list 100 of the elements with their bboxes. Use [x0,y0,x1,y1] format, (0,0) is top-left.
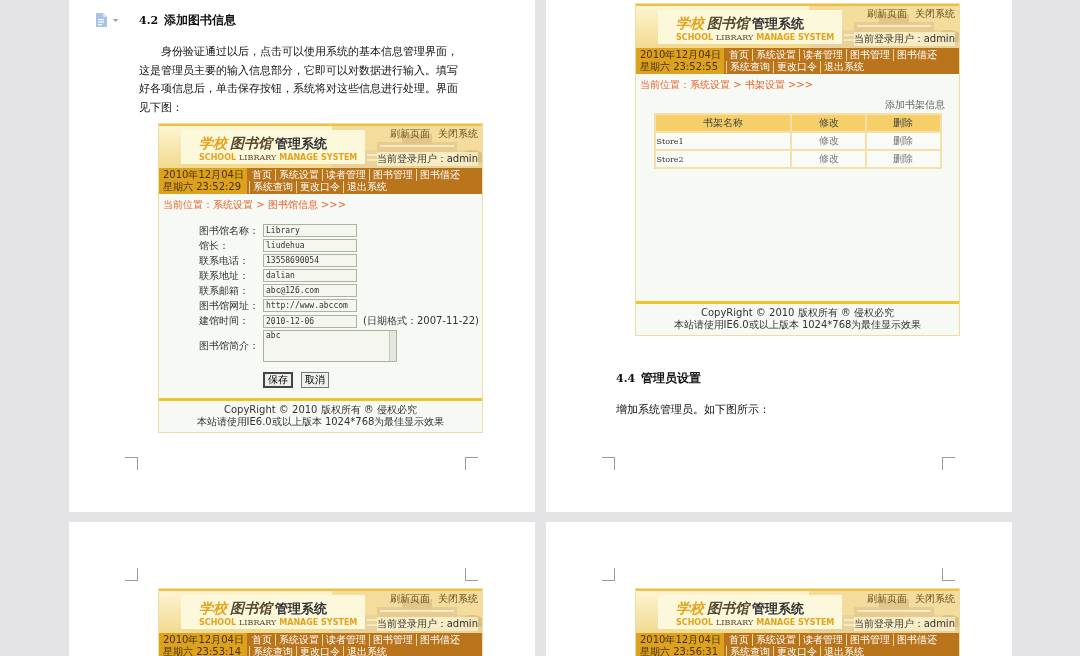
logo-text: SCHOOL [199,617,237,627]
field-label: 图书馆网址： [199,299,260,312]
logo-text: LIBRARY [239,617,277,627]
current-user: 当前登录用户：admin [376,617,478,631]
input-field[interactable]: liudehua [263,239,357,252]
date-text: 2010年12月04日 [163,634,243,646]
nav-link[interactable]: 图书借还 [893,634,940,646]
corner-mark [125,568,138,581]
weekday-time: 星期六 23:52:29 [163,181,243,193]
header-link[interactable]: 刷新页面 [390,127,430,141]
column-header: 删除 [865,114,941,132]
input-field[interactable]: 2010-12-06 [263,314,357,328]
nav-link[interactable]: 首页 [726,49,752,61]
header-link[interactable]: 刷新页面 [390,592,430,606]
nav-link[interactable]: 图书管理 [369,634,416,646]
nav-link[interactable]: 更改口令 [773,646,820,656]
cancel-button[interactable]: 取消 [301,372,329,388]
field-label: 馆长： [199,239,230,252]
input-field[interactable]: http://www.abccom [263,299,357,312]
nav-link[interactable]: 系统查询 [249,646,296,656]
nav-link[interactable]: 首页 [726,634,752,646]
header-link[interactable]: 关闭系统 [438,592,478,606]
nav-link[interactable]: 退出系统 [820,646,867,656]
logo-text: 图书馆 [707,14,749,33]
nav-link[interactable]: 图书管理 [846,49,893,61]
header-link[interactable]: 关闭系统 [915,7,955,21]
footer-text: CopyRight © 2010 版权所有 ® 侵权必究 [699,307,895,319]
date-text: 2010年12月04日 [163,169,243,181]
nav-link[interactable]: 图书管理 [846,634,893,646]
section-number: 4.2 [139,14,159,27]
nav-link[interactable]: 退出系统 [343,646,390,656]
section-title: 添加图书信息 [164,12,237,29]
field-label: 联系地址： [199,269,250,282]
body-text: 增加系统管理员。如下图所示： [616,402,771,418]
corner-mark [465,568,478,581]
nav-link[interactable]: 系统查询 [249,181,296,193]
nav-link[interactable]: 图书借还 [893,49,940,61]
body-text: 身份验证通过以后，点击可以使用系统的基本信息管理界面，这是管理员主要的输入信息部分，它即可以对数据进行输入。填写好各项信息后，单击保存按钮，系统将对这些信息进行处理。界面见下图： [139,44,459,116]
nav-link[interactable]: 首页 [249,169,275,181]
logo-text: MANAGE SYSTEM [756,32,835,42]
corner-mark [602,568,615,581]
logo-text: 管理系统 [752,14,804,33]
text-area[interactable]: abc [263,330,397,362]
save-button[interactable]: 保存 [263,372,293,388]
nav-link[interactable]: 更改口令 [296,646,343,656]
header-link[interactable]: 刷新页面 [867,7,907,21]
document-icon[interactable] [95,13,107,27]
current-user: 当前登录用户：admin [853,32,955,46]
nav-link[interactable]: 首页 [249,634,275,646]
weekday-time: 星期六 23:56:31 [640,646,720,656]
weekday-time: 星期六 23:52:55 [640,61,720,73]
nav-link[interactable]: 系统设置 [275,169,322,181]
weekday-time: 星期六 23:53:14 [163,646,243,656]
scrollbar[interactable] [389,331,396,361]
nav-link[interactable]: 更改口令 [773,61,820,73]
footer-text: CopyRight © 2010 版权所有 ® 侵权必究 [222,404,418,416]
breadcrumb: 当前位置：系统设置 > 书架设置 >>> [639,78,815,92]
footer-text: 本站请使用IE6.0或以上版本 1024*768为最佳显示效果 [195,416,446,428]
corner-mark [125,457,138,470]
nav-link[interactable]: 更改口令 [296,181,343,193]
logo-text: 图书馆 [707,599,749,618]
caret-icon[interactable] [113,18,118,22]
nav-link[interactable]: 系统设置 [752,49,799,61]
format-hint: (日期格式：2007-11-22) [363,314,479,328]
field-label: 联系电话： [199,254,250,267]
nav-link[interactable]: 系统设置 [275,634,322,646]
corner-mark [465,457,478,470]
nav-link[interactable]: 图书管理 [369,169,416,181]
nav-link[interactable]: 系统查询 [726,646,773,656]
nav-link[interactable]: 退出系统 [820,61,867,73]
logo-text: MANAGE SYSTEM [279,617,358,627]
logo-text: 管理系统 [752,599,804,618]
date-text: 2010年12月04日 [640,634,720,646]
header-link[interactable]: 关闭系统 [915,592,955,606]
header-link[interactable]: 关闭系统 [438,127,478,141]
input-field[interactable]: Library [263,224,357,237]
logo-text: SCHOOL [676,617,714,627]
corner-mark [602,457,615,470]
field-label: 建馆时间： [199,315,250,327]
logo-text: SCHOOL [199,152,237,162]
corner-mark [942,568,955,581]
nav-link[interactable]: 退出系统 [343,181,390,193]
header-link[interactable]: 刷新页面 [867,592,907,606]
date-text: 2010年12月04日 [640,49,720,61]
nav-link[interactable]: 系统查询 [726,61,773,73]
section-title: 管理员设置 [641,370,702,387]
nav-link[interactable]: 读者管理 [799,49,846,61]
input-field[interactable]: abc@126.com [263,284,357,297]
nav-link[interactable]: 系统设置 [752,634,799,646]
nav-link[interactable]: 图书借还 [416,169,463,181]
nav-link[interactable]: 图书借还 [416,634,463,646]
logo-text: MANAGE SYSTEM [279,152,358,162]
field-label: 图书馆名称： [199,224,260,237]
input-field[interactable]: 13558690054 [263,254,357,267]
nav-link[interactable]: 读者管理 [322,634,369,646]
nav-link[interactable]: 读者管理 [799,634,846,646]
nav-link[interactable]: 读者管理 [322,169,369,181]
input-field[interactable]: dalian [263,269,357,282]
logo-text: 学校 [676,599,704,618]
add-link[interactable]: 添加书架信息 [636,96,959,113]
